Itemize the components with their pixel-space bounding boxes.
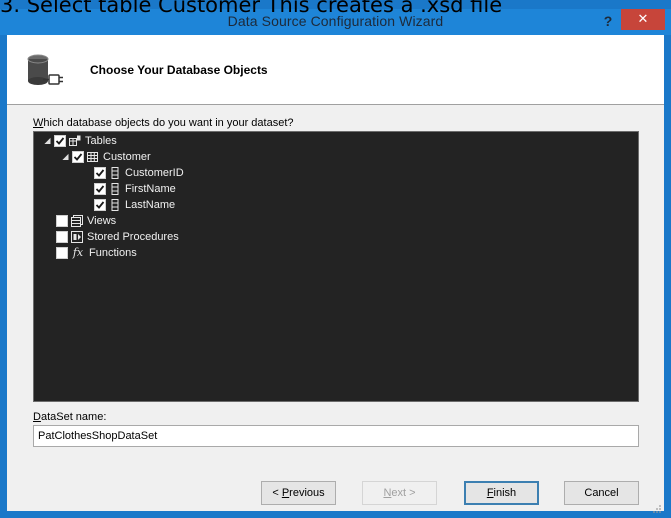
- tree-node-label: CustomerID: [125, 167, 184, 179]
- tree-node-label: Customer: [103, 151, 151, 163]
- wizard-window: Data Source Configuration Wizard ? ✕ Cho…: [0, 0, 671, 518]
- database-objects-tree[interactable]: ◢ Tables ◢ Customer CustomerID FirstName…: [33, 131, 639, 402]
- tree-node-label: FirstName: [125, 183, 176, 195]
- column-icon: [109, 183, 121, 195]
- tree-node-label: Views: [87, 215, 117, 227]
- tree-node-label: Functions: [89, 247, 137, 259]
- cancel-button[interactable]: Cancel: [564, 481, 639, 505]
- wizard-client-area: Choose Your Database Objects Which datab…: [7, 35, 664, 513]
- tree-node-last-name[interactable]: LastName: [94, 197, 175, 213]
- tree-node-first-name[interactable]: FirstName: [94, 181, 176, 197]
- collapse-triangle-icon[interactable]: ◢: [43, 133, 52, 149]
- prompt-text: hich database objects do you want in you…: [43, 117, 294, 129]
- functions-checkbox[interactable]: [56, 247, 68, 259]
- column-icon: [109, 167, 121, 179]
- finish-button[interactable]: Finish: [464, 481, 539, 505]
- last-name-checkbox[interactable]: [94, 199, 106, 211]
- next-label: ext >: [391, 487, 416, 499]
- customer-checkbox[interactable]: [72, 151, 84, 163]
- dataset-label-text: ataSet name:: [40, 411, 107, 423]
- wizard-header: Choose Your Database Objects: [7, 35, 664, 105]
- views-checkbox[interactable]: [56, 215, 68, 227]
- tree-node-functions[interactable]: fx Functions: [56, 245, 137, 261]
- previous-prefix: <: [272, 487, 282, 499]
- customer-id-checkbox[interactable]: [94, 167, 106, 179]
- objects-prompt: Which database objects do you want in yo…: [33, 117, 294, 129]
- first-name-checkbox[interactable]: [94, 183, 106, 195]
- finish-label: inish: [493, 487, 517, 499]
- prompt-accelerator: W: [33, 117, 44, 129]
- previous-label: revious: [289, 487, 325, 499]
- dataset-label-accelerator: D: [33, 411, 41, 423]
- table-icon: [87, 151, 99, 163]
- tree-node-customer[interactable]: ◢ Customer: [61, 149, 151, 165]
- tree-node-stored-procedures[interactable]: Stored Procedures: [56, 229, 179, 245]
- tree-node-customer-id[interactable]: CustomerID: [94, 165, 184, 181]
- collapse-triangle-icon[interactable]: ◢: [61, 149, 70, 165]
- tree-node-label: LastName: [125, 199, 176, 211]
- stored-procedure-icon: [71, 231, 83, 243]
- tree-node-label: Stored Procedures: [87, 231, 179, 243]
- next-accelerator: N: [383, 487, 392, 499]
- finish-accelerator: F: [486, 487, 494, 499]
- previous-accelerator: P: [281, 487, 290, 499]
- caption-text: 3. Select table Customer This creates a …: [0, 0, 503, 17]
- resize-grip-icon[interactable]: [652, 499, 662, 513]
- database-connect-icon: [25, 53, 65, 93]
- tree-node-tables[interactable]: ◢ Tables: [43, 133, 117, 149]
- tables-checkbox[interactable]: [54, 135, 66, 147]
- stored-procedures-checkbox[interactable]: [56, 231, 68, 243]
- views-icon: [71, 215, 83, 227]
- dataset-name-input[interactable]: [33, 425, 639, 447]
- tables-icon: [69, 135, 81, 147]
- dataset-name-label: DataSet name:: [33, 411, 106, 423]
- column-icon: [109, 199, 121, 211]
- function-icon: fx: [72, 246, 84, 259]
- next-button[interactable]: Next >: [362, 481, 437, 505]
- tree-node-label: Tables: [85, 135, 117, 147]
- previous-button[interactable]: < Previous: [261, 481, 336, 505]
- page-title: Choose Your Database Objects: [90, 63, 268, 77]
- tree-node-views[interactable]: Views: [56, 213, 116, 229]
